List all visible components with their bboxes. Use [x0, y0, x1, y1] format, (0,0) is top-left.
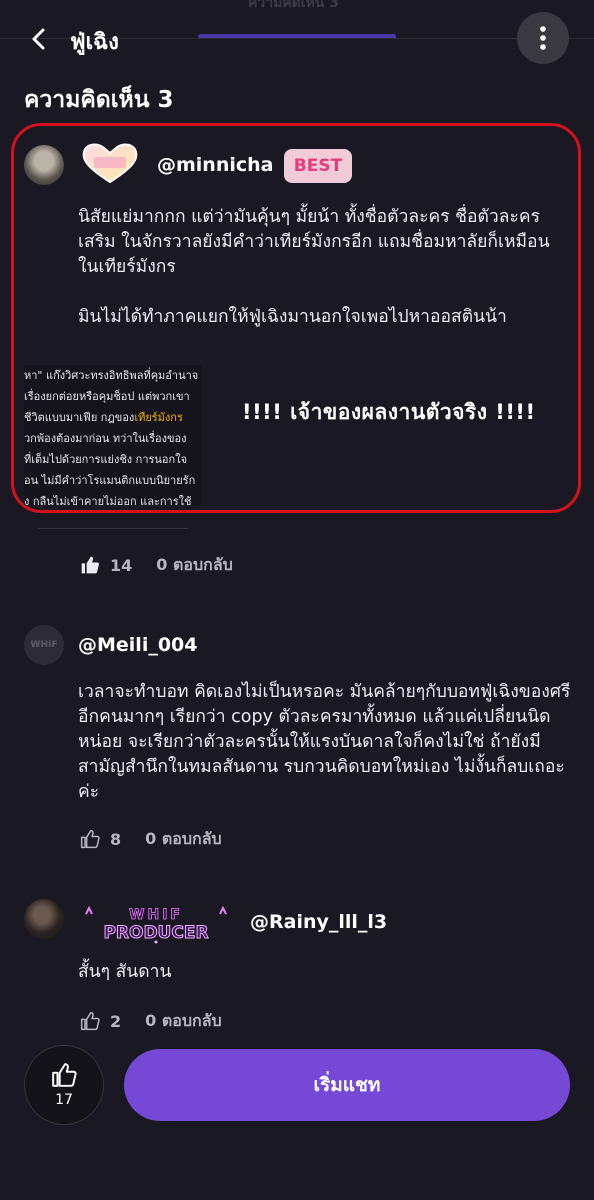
like-count: 8 — [110, 829, 122, 849]
snippet-line: ที่เต็มไปด้วยการแย่งชิง การนอกใจ — [24, 453, 188, 466]
start-chat-button[interactable]: เริ่มแชท — [124, 1049, 570, 1121]
back-button[interactable] — [22, 22, 56, 56]
back-arrow-icon — [32, 28, 45, 50]
best-badge: BEST — [284, 149, 352, 183]
snippet-line: ง กลืนไม่เข้าคายไม่ออก และการใช้ — [24, 495, 192, 505]
attached-image-snippet[interactable]: หา" แก๊งวิศวะทรงอิทธิพลที่คุมอำนาจ เรื่อ… — [24, 365, 202, 505]
avatar[interactable]: WHIF — [24, 625, 64, 665]
comment-username[interactable]: @Rainy_lll_l3 — [250, 911, 387, 933]
divider — [38, 528, 188, 529]
thumbs-up-icon[interactable] — [80, 829, 100, 849]
badge-text-top: WHIF — [129, 907, 183, 923]
thumbs-up-icon[interactable] — [80, 555, 100, 575]
annotation-text: !!!! เจ้าของผลงานตัวจริง !!!! — [242, 400, 536, 424]
comment-paragraph: มินไม่ได้ทำภาคแยกให้ฟู่เฉิงมานอกใจเพอไปห… — [78, 307, 507, 327]
comment-actions: 2 0 ตอบกลับ — [80, 1007, 222, 1035]
comment-text: เวลาจะทำบอท คิดเองไม่เป็นหรอคะ มันคล้ายๆ… — [78, 682, 571, 802]
thumbs-up-icon[interactable] — [80, 1011, 100, 1031]
comment-actions: 14 0 ตอบกลับ — [80, 551, 233, 579]
comment-text: นิสัยแย่มากกก แต่ว่ามันคุ้นๆ มั้ยน้า ทั้… — [78, 205, 568, 330]
more-vertical-icon — [540, 26, 546, 50]
comments-section-title: ความคิดเห็น 3 — [24, 87, 174, 113]
reply-button[interactable]: 0 ตอบกลับ — [156, 553, 233, 578]
tab-comments[interactable]: ความคิดเห็น 3 — [248, 0, 339, 11]
snippet-line: อน ไม่มีคำว่าโรแมนติกแบบนิยายรัก — [24, 474, 196, 487]
snippet-line: ชีวิตแบบมาเฟีย กฎของเทียร์มังกร — [24, 411, 183, 424]
like-count: 2 — [110, 1011, 122, 1031]
like-count: 14 — [110, 555, 133, 575]
reply-button[interactable]: 0 ตอบกลับ — [145, 1009, 222, 1034]
comment-text: สั้นๆ สันดาน — [78, 962, 172, 982]
more-options-button[interactable] — [517, 12, 569, 64]
reply-button[interactable]: 0 ตอบกลับ — [145, 827, 222, 852]
avatar[interactable] — [24, 145, 64, 185]
bot-like-button[interactable]: 17 — [24, 1045, 104, 1125]
comment-username[interactable]: @Meili_004 — [78, 634, 198, 656]
heart-badge-icon — [82, 143, 138, 184]
comment-username[interactable]: @minnicha — [157, 154, 274, 176]
comment-paragraph: นิสัยแย่มากกก แต่ว่ามันคุ้นๆ มั้ยน้า ทั้… — [78, 207, 550, 277]
avatar[interactable] — [24, 899, 64, 939]
thumbs-up-icon — [52, 1063, 77, 1087]
producer-badge-icon: WHIF PRODUCER — [85, 905, 227, 944]
snippet-line: หา" แก๊งวิศวะทรงอิทธิพลที่คุมอำนาจ — [24, 369, 199, 382]
page-title: ฟู่เฉิง — [70, 30, 119, 55]
snippet-highlight: เทียร์มังกร — [134, 411, 183, 424]
comment-actions: 8 0 ตอบกลับ — [80, 825, 222, 853]
snippet-line: เรื่องยกต่อยหรือคุมช็อป แต่พวกเขา — [24, 390, 190, 403]
tab-strip: ความคิดเห็น 3 — [0, 0, 594, 18]
snippet-line: วกพ้องต้องมาก่อน ทว่าในเรื่องของ — [24, 432, 187, 445]
badge-text-bottom: PRODUCER — [103, 923, 208, 943]
bot-like-count: 17 — [55, 1092, 73, 1108]
